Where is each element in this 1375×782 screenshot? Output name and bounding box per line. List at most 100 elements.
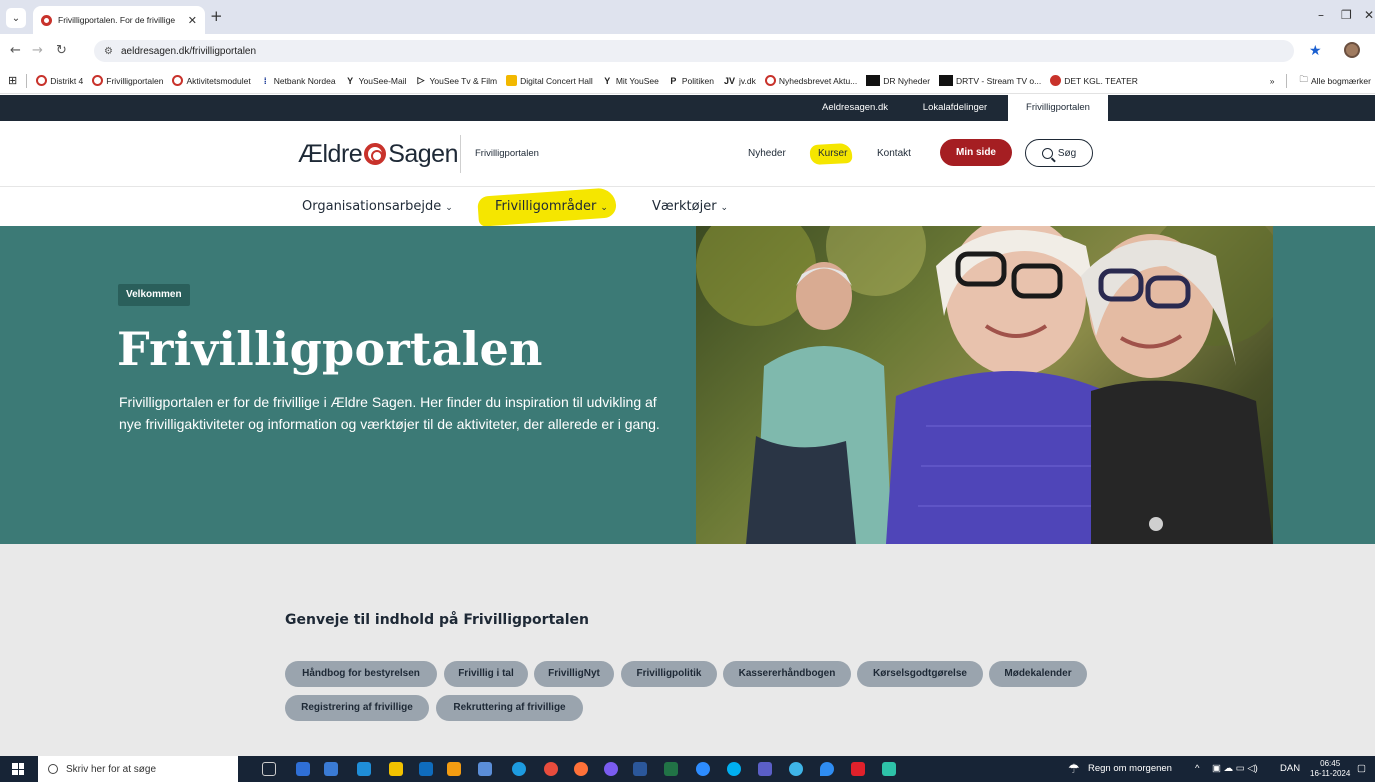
bookmark-item[interactable]: DRTV - Stream TV o... (939, 75, 1041, 86)
minimize-icon[interactable]: – (1318, 8, 1324, 22)
aeldresagen-favicon-icon (41, 14, 52, 26)
app-icon[interactable] (820, 762, 834, 776)
sitebar-link-frivilligportalen[interactable]: Frivilligportalen (1008, 95, 1108, 121)
logo-mark-icon (364, 143, 387, 165)
tab-title: Frivilligportalen. For de frivillige (58, 15, 176, 25)
bookmark-item[interactable]: Distrikt 4 (36, 75, 83, 86)
yousee-icon: Y (347, 75, 354, 86)
bookmark-star-icon[interactable]: ★ (1309, 43, 1322, 59)
logo-divider (460, 135, 461, 173)
tab-search-button[interactable]: ⌄ (6, 8, 26, 28)
new-tab-button[interactable]: + (210, 7, 223, 25)
shortcut-chip[interactable]: FrivilligNyt (534, 661, 614, 687)
header-divider (0, 186, 1375, 187)
app-icon[interactable] (324, 762, 338, 776)
politiken-icon: P (670, 75, 677, 86)
bookmark-item[interactable]: DET KGL. TEATER (1050, 75, 1138, 86)
sitebar-link-lokalafdelinger[interactable]: Lokalafdelinger (905, 95, 1005, 121)
forward-icon[interactable]: → (32, 43, 43, 58)
bookmark-item[interactable]: DR Nyheder (866, 75, 930, 86)
bookmarks-more-button[interactable]: » (1270, 76, 1275, 86)
app-icon[interactable] (851, 762, 865, 776)
hero-photo (696, 226, 1273, 544)
chrome-icon[interactable] (544, 762, 558, 776)
notification-icon[interactable]: ▢ (1357, 756, 1366, 782)
app-icon[interactable] (357, 762, 371, 776)
page-title: Frivilligportalen (117, 322, 543, 376)
min-side-button[interactable]: Min side (940, 139, 1012, 166)
jv-icon: JV (723, 75, 735, 86)
shortcut-chip[interactable]: Håndbog for bestyrelsen (285, 661, 437, 687)
weather-text[interactable]: Regn om morgenen (1088, 756, 1172, 782)
bookmark-item[interactable]: Y YouSee-Mail (345, 75, 406, 86)
app-icon[interactable] (478, 762, 492, 776)
bookmark-item[interactable]: JV jv.dk (723, 75, 756, 86)
back-icon[interactable]: ← (10, 43, 21, 58)
menu-organisationsarbejde[interactable]: Organisationsarbejde ⌄ (302, 199, 453, 214)
bookmarks-divider (1286, 74, 1288, 88)
bookmark-item[interactable]: Aktivitetsmodulet (172, 75, 251, 86)
site-settings-icon[interactable]: ⚙ (104, 46, 113, 57)
reload-icon[interactable]: ↻ (56, 43, 67, 58)
teater-icon (1050, 75, 1062, 86)
close-window-icon[interactable]: ✕ (1364, 8, 1374, 22)
zoom-icon[interactable] (696, 762, 710, 776)
menu-vaerktoejer[interactable]: Værktøjer ⌄ (652, 199, 728, 214)
search-button[interactable]: Søg (1025, 139, 1093, 167)
teams-icon[interactable] (758, 762, 772, 776)
aeldresagen-logo[interactable]: Ældre Sagen (298, 139, 458, 169)
outlook-icon[interactable] (419, 762, 433, 776)
excel-icon[interactable] (664, 762, 678, 776)
bookmarks-overflow: » 🗀 Alle bogmærker (1259, 68, 1375, 93)
nav-kontakt[interactable]: Kontakt (877, 148, 911, 159)
weather-icon[interactable]: ☂ (1068, 756, 1080, 782)
app-icon[interactable] (447, 762, 461, 776)
profile-avatar[interactable] (1344, 42, 1360, 58)
language-indicator[interactable]: DAN (1280, 756, 1300, 782)
shortcut-chip[interactable]: Kørselsgodtgørelse (857, 661, 983, 687)
bookmark-item[interactable]: Nyhedsbrevet Aktu... (764, 75, 857, 86)
apps-grid-icon[interactable]: ⊞ (8, 74, 17, 87)
nav-kurser[interactable]: Kurser (818, 148, 847, 159)
sitebar-link-aeldresagen[interactable]: Aeldresagen.dk (810, 95, 900, 121)
bookmarks-divider (26, 73, 28, 88)
bookmark-item[interactable]: Digital Concert Hall (506, 75, 593, 86)
bookmark-item[interactable]: Frivilligportalen (92, 75, 163, 86)
restore-icon[interactable]: ❐ (1341, 8, 1352, 22)
aeldresagen-icon (172, 75, 184, 86)
tab-close-icon[interactable]: ✕ (188, 14, 197, 27)
shortcut-chip[interactable]: Registrering af frivillige (285, 695, 429, 721)
taskbar-clock[interactable]: 06:45 16-11-2024 (1310, 759, 1350, 779)
word-icon[interactable] (633, 762, 647, 776)
bookmark-item[interactable]: Y Mit YouSee (602, 75, 659, 86)
app-icon[interactable] (296, 762, 310, 776)
all-bookmarks-button[interactable]: 🗀 Alle bogmærker (1299, 74, 1371, 88)
app-icon[interactable] (789, 762, 803, 776)
address-bar[interactable]: ⚙ aeldresagen.dk/frivilligportalen (94, 40, 1294, 62)
tray-icons[interactable]: ▣ ☁ ▭ ◁) (1212, 756, 1258, 782)
browser-tab-active[interactable]: Frivilligportalen. For de frivillige ✕ (33, 6, 205, 34)
tray-chevron-icon[interactable]: ^ (1195, 756, 1199, 782)
shortcut-chip[interactable]: Rekruttering af frivillige (436, 695, 583, 721)
windows-start-icon[interactable] (12, 763, 24, 775)
app-icon[interactable] (604, 762, 618, 776)
bookmark-item[interactable]: P Politiken (668, 75, 714, 86)
site-top-bar: Aeldresagen.dk Lokalafdelinger Frivillig… (0, 95, 1375, 121)
taskbar-search[interactable]: Skriv her for at søge (38, 756, 238, 782)
nordea-icon: ⁞ (263, 75, 267, 86)
bookmark-item[interactable]: ⁞ Netbank Nordea (260, 75, 336, 86)
file-explorer-icon[interactable] (389, 762, 403, 776)
shortcut-chip[interactable]: Kassererhåndbogen (723, 661, 851, 687)
dr-icon (939, 75, 954, 86)
skype-icon[interactable] (727, 762, 741, 776)
app-icon[interactable] (882, 762, 896, 776)
menu-frivilligomraader[interactable]: Frivilligområder ⌄ (495, 199, 608, 214)
edge-icon[interactable] (512, 762, 526, 776)
shortcut-chip[interactable]: Frivillig i tal (444, 661, 528, 687)
bookmark-item[interactable]: ▷ YouSee Tv & Film (416, 75, 498, 86)
shortcut-chip[interactable]: Frivilligpolitik (621, 661, 717, 687)
task-view-icon[interactable] (262, 762, 276, 776)
nav-nyheder[interactable]: Nyheder (748, 148, 786, 159)
firefox-icon[interactable] (574, 762, 588, 776)
shortcut-chip[interactable]: Mødekalender (989, 661, 1087, 687)
